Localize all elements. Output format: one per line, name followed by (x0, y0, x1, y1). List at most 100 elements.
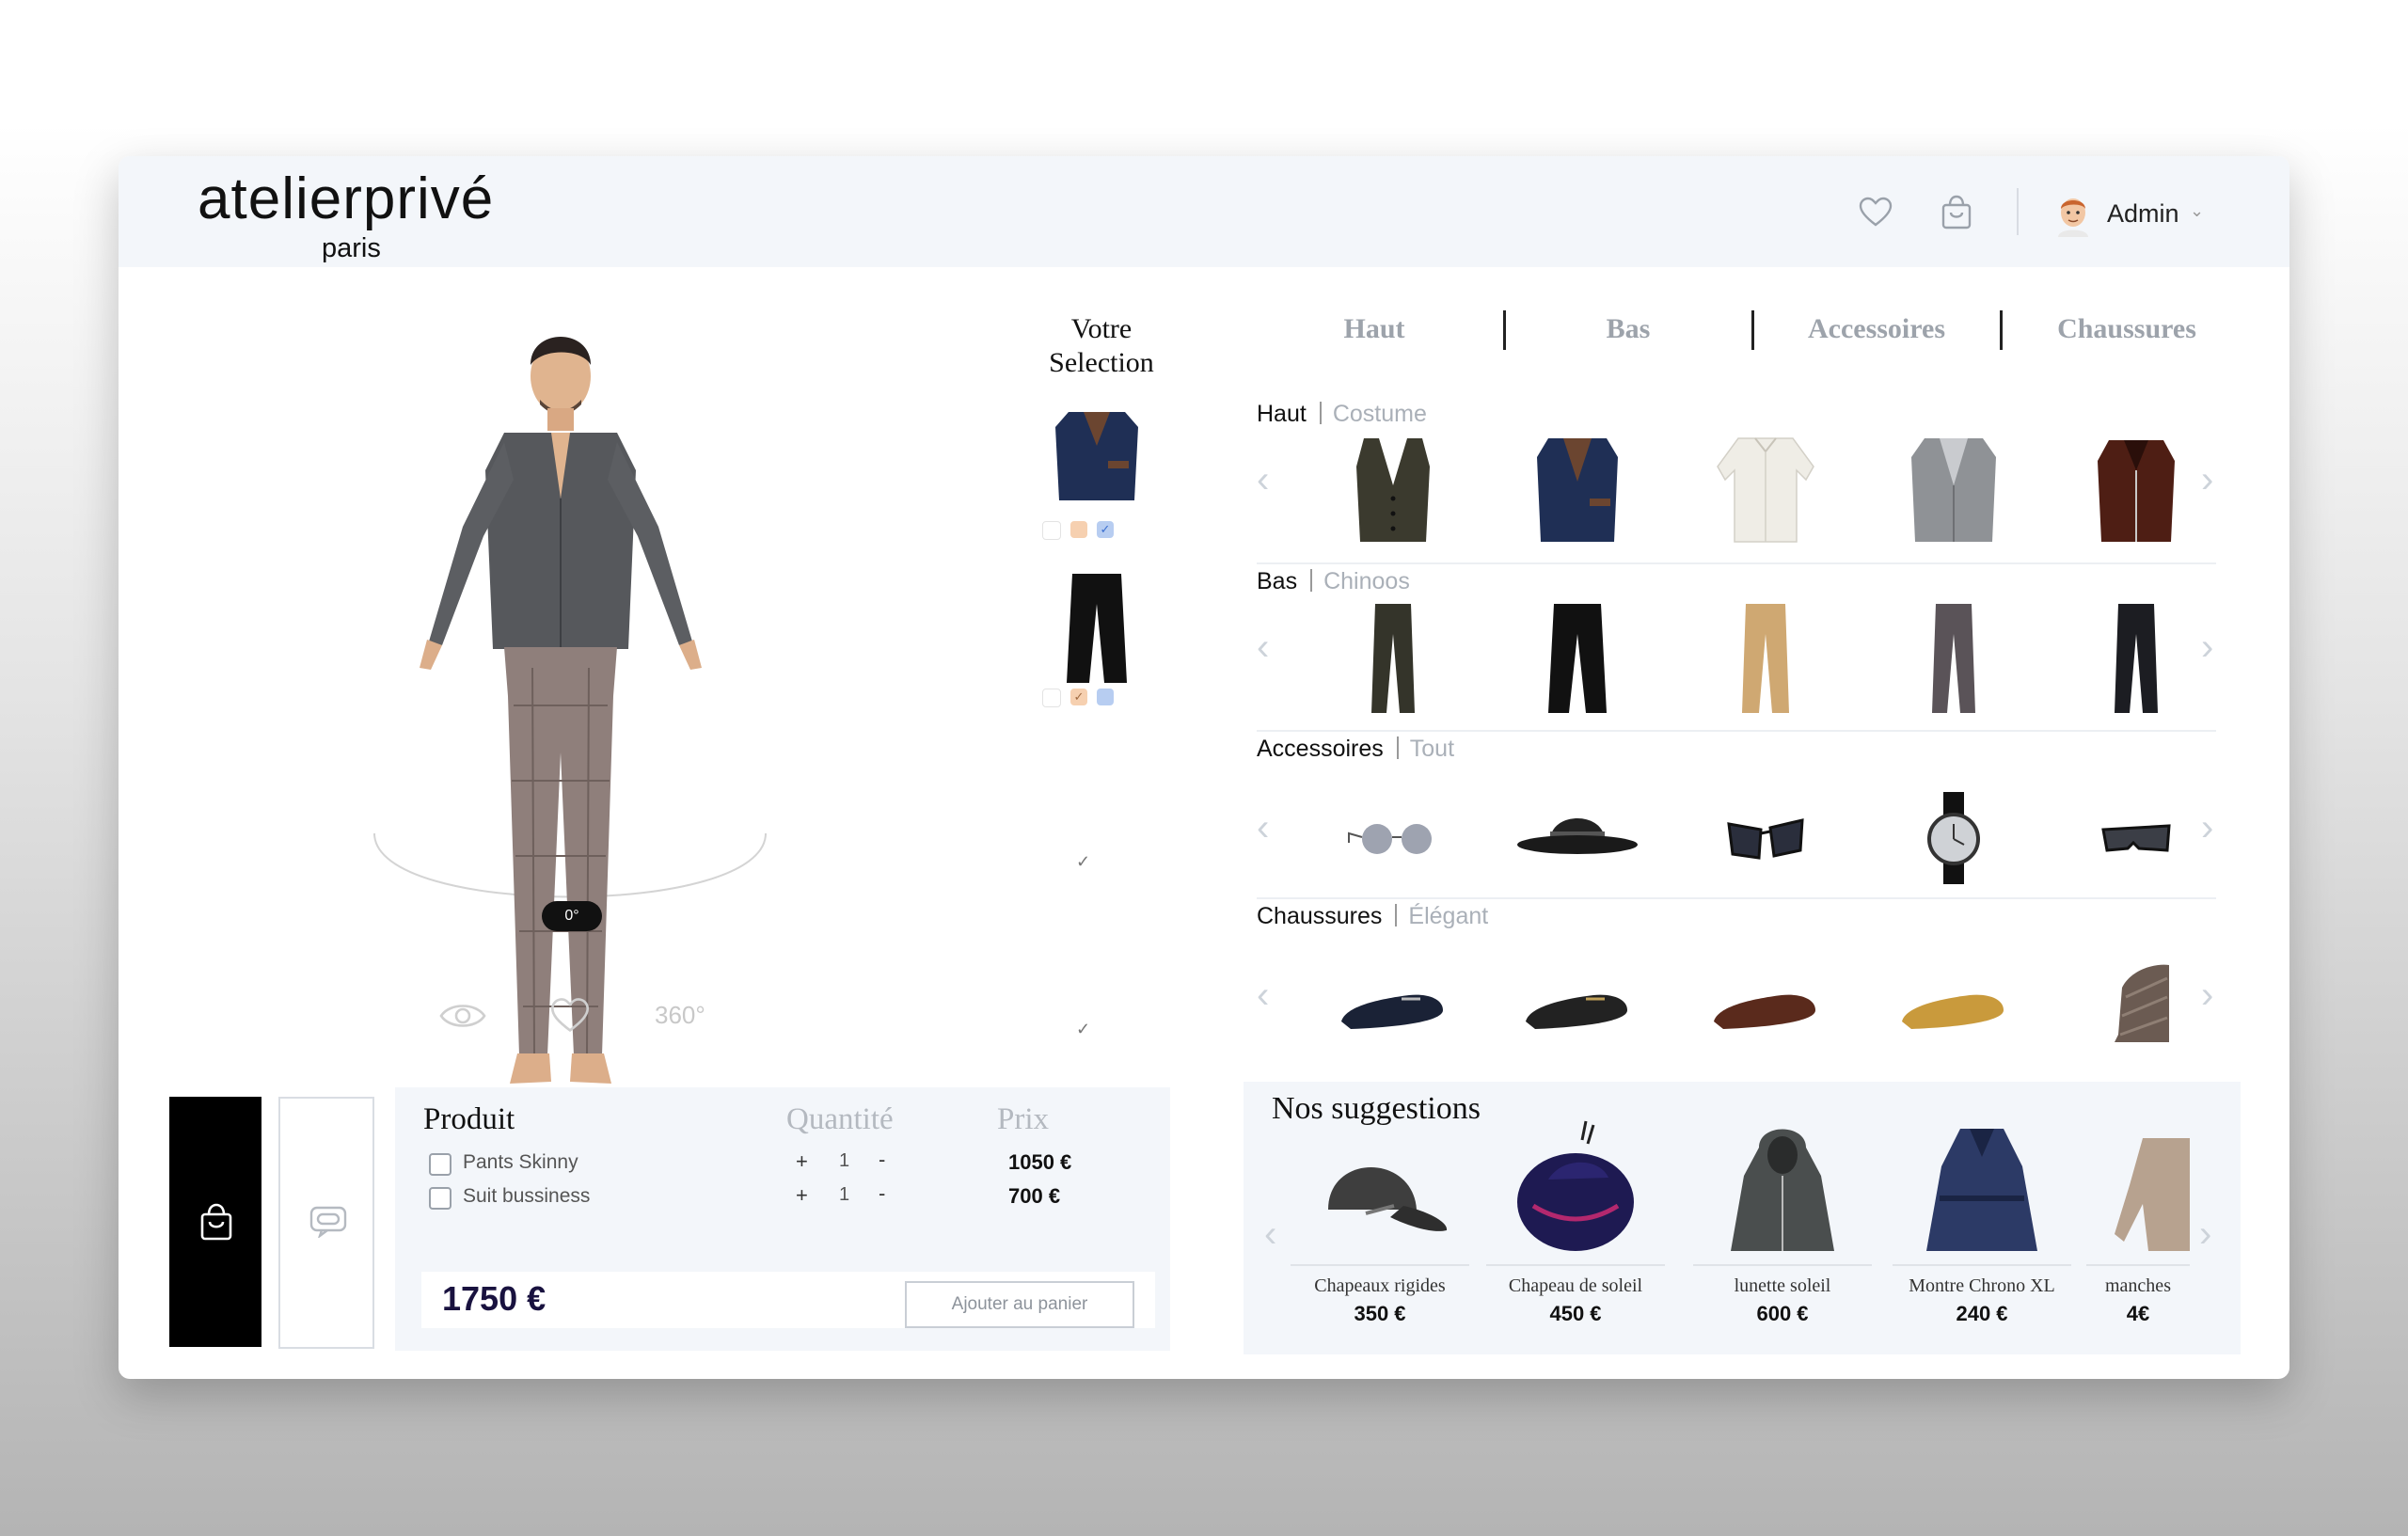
rotation-badge[interactable]: 0° (542, 901, 602, 931)
selection-title-line2: Selection (1049, 347, 1154, 378)
product-blazer-navy[interactable] (1507, 429, 1648, 551)
cart-item-name: Pants Skinny (463, 1151, 578, 1173)
item-checkbox[interactable] (429, 1187, 452, 1210)
selected-jacket[interactable] (1040, 399, 1153, 512)
sun-hat-image (1517, 1120, 1634, 1251)
check-icon[interactable]: ✓ (1076, 1020, 1090, 1039)
product-boot-check[interactable] (2066, 931, 2207, 1053)
tab-bas[interactable]: Bas (1501, 303, 1755, 356)
price-column-header: Prix (997, 1102, 1050, 1136)
product-trousers-olive[interactable] (1323, 596, 1464, 719)
chevron-left-icon[interactable]: ‹ (1264, 1213, 1276, 1256)
tab-chaussures[interactable]: Chaussures (2000, 303, 2254, 356)
add-to-cart-button[interactable]: Ajouter au panier (905, 1281, 1134, 1328)
swatch-peach-selected[interactable]: ✓ (1070, 689, 1087, 705)
swatch-white[interactable] (1042, 689, 1061, 707)
category-filter[interactable]: Chinoos (1323, 568, 1410, 594)
check-icon[interactable]: ✓ (1076, 852, 1090, 872)
quantity-plus-button[interactable]: + (796, 1149, 808, 1174)
suggestion-price: 240 € (1956, 1302, 2008, 1325)
selection-title-line1: Votre (1070, 313, 1133, 344)
user-avatar[interactable] (2054, 192, 2092, 237)
cart-button[interactable] (169, 1097, 261, 1347)
chevron-left-icon[interactable]: ‹ (1257, 809, 1269, 847)
suggestion-card[interactable]: manches 4€ (2086, 1119, 2190, 1336)
tab-haut[interactable]: Haut (1247, 303, 1501, 356)
swatch-peach[interactable] (1070, 521, 1087, 538)
swatch-white[interactable] (1042, 521, 1061, 540)
eye-icon[interactable] (438, 997, 487, 1035)
chat-button[interactable] (278, 1097, 374, 1349)
product-moccasin-tan[interactable] (1883, 931, 2024, 1053)
quantity-plus-button[interactable]: + (796, 1183, 808, 1208)
product-loafer-black[interactable] (1507, 931, 1648, 1053)
category-row-accessoires: Accessoires Tout ‹ › (1257, 730, 2216, 899)
hoodie-image (1731, 1129, 1834, 1251)
chat-icon (309, 1206, 347, 1238)
rotate-360-button[interactable]: 360° (655, 1001, 705, 1030)
category-label: Accessoires Tout (1257, 736, 1454, 763)
heart-icon[interactable] (1857, 194, 1894, 231)
header-divider (2017, 188, 2019, 235)
product-leather-jacket[interactable] (2066, 429, 2207, 551)
product-loafer-navy[interactable] (1323, 931, 1464, 1053)
cart-row: Pants Skinny + 1 - 1050 € (423, 1148, 1138, 1180)
card-divider (1486, 1264, 1665, 1266)
chevron-left-icon[interactable]: ‹ (1257, 628, 1269, 666)
product-trousers-grey[interactable] (1883, 596, 2024, 719)
card-divider (2086, 1264, 2190, 1266)
product-trousers-black[interactable] (1507, 596, 1648, 719)
product-fedora-hat[interactable] (1507, 764, 1648, 886)
total-bar: 1750 € Ajouter au panier (421, 1272, 1155, 1328)
card-divider (1291, 1264, 1469, 1266)
product-chinos-beige[interactable] (1695, 596, 1836, 719)
product-loafer-brown[interactable] (1695, 931, 1836, 1053)
suggestions-panel: Nos suggestions ‹ › Chapeaux rigides 350… (1244, 1082, 2241, 1354)
category-row-chaussures: Chaussures Élégant ‹ › (1257, 897, 2216, 1065)
quantity-minus-button[interactable]: - (879, 1148, 885, 1172)
chevron-left-icon[interactable]: ‹ (1257, 461, 1269, 499)
category-label: Chaussures Élégant (1257, 903, 1488, 930)
category-name: Bas (1257, 568, 1298, 594)
product-watch[interactable] (1883, 764, 2024, 886)
quantity-minus-button[interactable]: - (879, 1181, 885, 1206)
category-filter[interactable]: Élégant (1408, 903, 1488, 929)
category-label: Haut Costume (1257, 401, 1427, 428)
suggestion-card[interactable]: Chapeau de soleil 450 € (1486, 1119, 1665, 1336)
product-blazer-grey[interactable] (1883, 429, 2024, 551)
category-filter[interactable]: Tout (1410, 736, 1454, 762)
product-square-sunglasses[interactable] (1695, 764, 1836, 886)
header: atelierprivé paris Admin ⌄ (119, 156, 2289, 267)
suggestion-card[interactable]: Chapeaux rigides 350 € (1291, 1119, 1469, 1336)
tab-accessoires[interactable]: Accessoires (1750, 303, 2004, 356)
product-round-sunglasses[interactable] (1323, 764, 1464, 886)
suggestion-name: Montre Chrono XL (1909, 1275, 2055, 1296)
chevron-down-icon[interactable]: ⌄ (2190, 201, 2204, 221)
brand-logo[interactable]: atelierprivé paris (198, 164, 494, 263)
suggestion-name: Chapeaux rigides (1314, 1275, 1446, 1296)
product-jeans-black[interactable] (2066, 596, 2207, 719)
product-shirt-white[interactable] (1695, 429, 1836, 551)
swatch-blue-selected[interactable]: ✓ (1097, 521, 1114, 538)
selected-trousers[interactable] (1040, 566, 1153, 689)
swatch-blue[interactable] (1097, 689, 1114, 705)
cart-item-price: 1050 € (1008, 1150, 1072, 1174)
suggestion-name: Chapeau de soleil (1508, 1275, 1643, 1296)
trousers-color-swatches: ✓ (1042, 689, 1114, 707)
chevron-right-icon[interactable]: › (2199, 1213, 2211, 1256)
quantity-value: 1 (839, 1184, 850, 1205)
user-name[interactable]: Admin (2107, 199, 2179, 229)
chevron-left-icon[interactable]: ‹ (1257, 976, 1269, 1014)
suggestion-card[interactable]: lunette soleil 600 € (1693, 1119, 1872, 1336)
suggestion-card[interactable]: Montre Chrono XL 240 € (1893, 1119, 2071, 1336)
shopping-bag-icon[interactable] (1938, 194, 1975, 231)
suggestion-name: lunette soleil (1734, 1275, 1831, 1296)
quantity-column-header: Quantité (786, 1102, 894, 1136)
category-filter[interactable]: Costume (1333, 401, 1427, 427)
product-vest[interactable] (1323, 429, 1464, 551)
item-checkbox[interactable] (429, 1153, 452, 1176)
sweater-image (2115, 1138, 2190, 1251)
product-sport-sunglasses[interactable] (2066, 764, 2207, 886)
favorite-heart-icon[interactable] (547, 995, 593, 1037)
app-window: atelierprivé paris Admin ⌄ 0° 360° Votre… (119, 156, 2289, 1379)
